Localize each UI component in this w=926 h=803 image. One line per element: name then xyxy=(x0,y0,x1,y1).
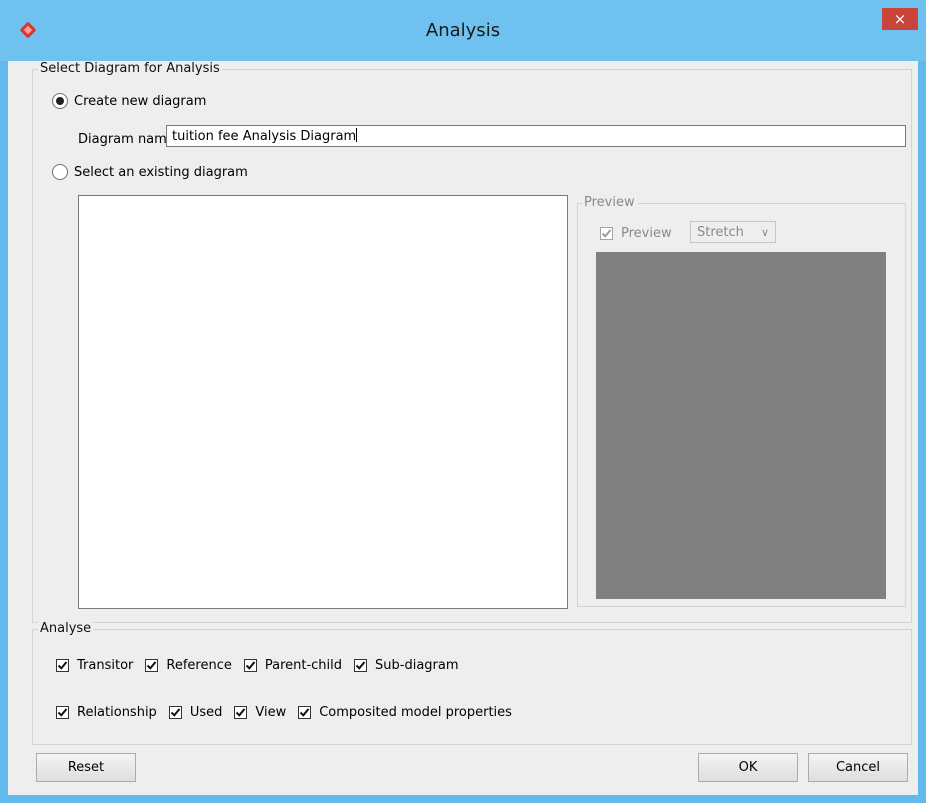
sub-diagram-checkbox[interactable] xyxy=(354,659,368,672)
view-checkbox[interactable] xyxy=(234,706,248,719)
parent-child-checkbox[interactable] xyxy=(243,659,257,672)
composited-model-properties-checkbox[interactable] xyxy=(298,706,312,719)
preview-group-label: Preview xyxy=(582,195,637,210)
analysis-dialog: Analysis × Select Diagram for Analysis C… xyxy=(0,0,926,803)
analyse-group xyxy=(32,629,912,745)
transitor-checkbox[interactable] xyxy=(56,659,69,672)
parent-child-label: Parent-child xyxy=(264,658,343,673)
preview-checkbox[interactable] xyxy=(600,227,613,240)
create-new-diagram-radio[interactable] xyxy=(52,93,68,109)
view-label: View xyxy=(255,705,287,720)
select-existing-diagram-option[interactable]: Select an existing diagram xyxy=(52,164,248,180)
select-existing-diagram-radio[interactable] xyxy=(52,164,68,180)
title-bar[interactable]: Analysis × xyxy=(0,0,926,61)
ok-button[interactable]: OK xyxy=(698,753,798,782)
diagram-name-field[interactable]: tuition fee Analysis Diagram xyxy=(166,125,906,147)
composited-model-properties-label: Composited model properties xyxy=(319,705,512,720)
select-existing-diagram-label: Select an existing diagram xyxy=(74,164,248,180)
transitor-label: Transitor xyxy=(77,658,134,673)
reference-label: Reference xyxy=(166,658,232,673)
dialog-body: Select Diagram for Analysis Create new d… xyxy=(8,61,918,795)
relationship-label: Relationship xyxy=(77,705,157,720)
reference-checkbox[interactable] xyxy=(145,659,159,672)
diagram-name-label: Diagram name: xyxy=(78,132,180,147)
create-new-diagram-label: Create new diagram xyxy=(74,93,207,109)
relationship-checkbox[interactable] xyxy=(56,706,69,719)
preview-checkbox-label: Preview xyxy=(621,226,672,241)
cancel-button[interactable]: Cancel xyxy=(808,753,908,782)
window-title: Analysis xyxy=(425,20,501,41)
text-cursor xyxy=(356,128,358,142)
analyse-group-label: Analyse xyxy=(38,621,94,636)
used-label: Used xyxy=(189,705,223,720)
reset-button[interactable]: Reset xyxy=(36,753,136,782)
sub-diagram-label: Sub-diagram xyxy=(375,658,459,673)
existing-diagram-list[interactable] xyxy=(78,195,568,609)
preview-checkbox-row[interactable]: Preview xyxy=(600,226,680,241)
select-diagram-group-label: Select Diagram for Analysis xyxy=(38,61,222,76)
preview-mode-select[interactable]: Stretch ∨ xyxy=(690,221,776,243)
create-new-diagram-option[interactable]: Create new diagram xyxy=(52,93,206,109)
diagram-name-value: tuition fee Analysis Diagram xyxy=(172,129,357,144)
preview-canvas xyxy=(596,252,886,599)
used-checkbox[interactable] xyxy=(168,706,182,719)
close-button[interactable]: × xyxy=(882,8,918,30)
chevron-down-icon: ∨ xyxy=(760,225,769,239)
analyse-row-1: Transitor Reference Parent-child Sub-dia… xyxy=(56,658,467,673)
analyse-row-2: Relationship Used View Composited model … xyxy=(56,705,520,720)
preview-mode-value: Stretch xyxy=(697,224,744,240)
